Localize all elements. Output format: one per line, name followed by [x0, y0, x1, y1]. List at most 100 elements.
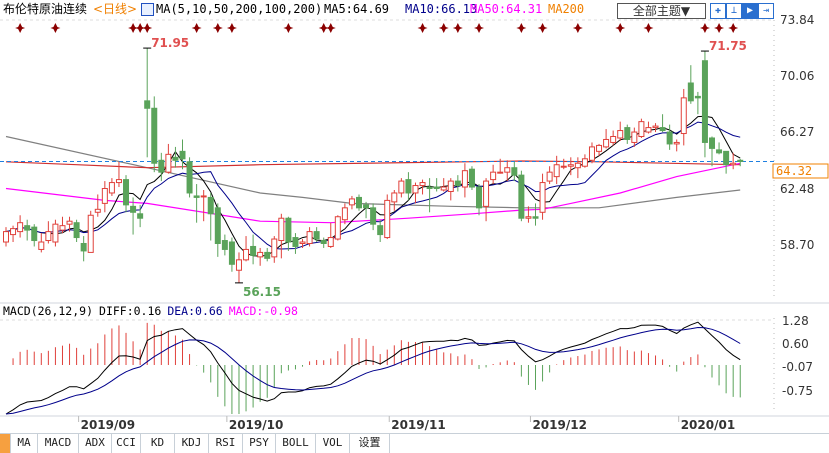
candle-body [313, 231, 320, 240]
tab-boll[interactable]: BOLL [276, 434, 316, 453]
candle-body [638, 121, 645, 138]
candle-up [588, 142, 595, 164]
candle-up [553, 155, 560, 185]
macd-value: MACD:-0.98 [229, 304, 298, 318]
candle-body [250, 245, 257, 256]
candle-down [433, 178, 440, 192]
candle-down [624, 124, 631, 144]
candle-up [94, 194, 101, 217]
candle-body [391, 192, 398, 203]
candle-body [617, 130, 624, 139]
candle-up [560, 158, 567, 170]
tab-vol[interactable]: VOL [316, 434, 350, 453]
tab-ma[interactable]: MA [11, 434, 38, 453]
event-marker-icon [728, 23, 739, 33]
candle-down [186, 157, 193, 198]
macd-tick-label: 0.60 [782, 337, 809, 351]
candle-body [243, 248, 250, 261]
candle-down [193, 184, 200, 223]
candle-down [144, 48, 151, 158]
candle-down [405, 172, 412, 201]
event-marker-icon [474, 23, 485, 33]
candle-body [80, 242, 87, 252]
event-marker-icon [537, 23, 548, 33]
candle-up [603, 129, 610, 149]
candle-down [356, 194, 362, 211]
candle-down [221, 234, 228, 256]
macd-tick-label: 1.28 [782, 314, 809, 328]
candle-body [687, 82, 694, 102]
time-tick-label: 2019/12 [532, 418, 586, 432]
candle-down [179, 139, 186, 170]
candle-body [659, 127, 666, 132]
tab-kdj[interactable]: KDJ [175, 434, 209, 453]
event-marker-icon [516, 23, 527, 33]
tab-rsi[interactable]: RSI [209, 434, 243, 453]
candle-up [447, 178, 454, 201]
event-marker-icon [615, 23, 626, 33]
macd-params: MACD(26,12,9) [3, 304, 93, 318]
ma100-line [5, 135, 741, 209]
candle-up [17, 215, 24, 238]
candle-down [264, 247, 271, 262]
candle-body [94, 208, 101, 213]
candle-body [468, 168, 475, 188]
tab-settings[interactable]: 设置 [350, 434, 390, 453]
candle-down [31, 224, 38, 247]
tab-kd[interactable]: KD [141, 434, 175, 453]
tab-adx[interactable]: ADX [79, 434, 112, 453]
price-tick-label: 62.48 [780, 182, 814, 196]
candle-body [24, 225, 31, 231]
candle-up [271, 236, 278, 263]
candle-down [80, 236, 87, 262]
event-marker-icon [325, 23, 336, 33]
candle-down [532, 203, 539, 226]
candle-up [440, 178, 447, 192]
tab-cci[interactable]: CCI [112, 434, 141, 453]
time-tick-label: 2019/10 [229, 418, 283, 432]
candle-up [341, 203, 348, 225]
candle-down [151, 96, 158, 173]
event-marker-icon [142, 23, 153, 33]
candle-up [165, 143, 172, 174]
candle-down [370, 203, 377, 231]
candle-body [370, 207, 377, 225]
candle-body [264, 251, 271, 259]
candle-down [701, 51, 708, 158]
candle-body [158, 159, 165, 173]
candle-body [186, 161, 193, 194]
dea-value: DEA:0.66 [167, 304, 222, 318]
candle-body [179, 150, 186, 160]
candle-up [327, 222, 334, 248]
event-marker-icon [191, 23, 202, 33]
candle-up [539, 173, 546, 220]
candle-down [172, 146, 179, 168]
candle-up [306, 227, 313, 247]
candle-body [426, 186, 433, 190]
candle-body [38, 241, 45, 250]
candle-body [108, 182, 115, 194]
candle-body [221, 240, 228, 250]
diff-value: DIFF:0.16 [99, 304, 161, 318]
candle-body [73, 222, 80, 239]
event-marker-icon [50, 23, 61, 33]
event-marker-icon [699, 23, 710, 33]
candle-up [645, 121, 652, 134]
candle-body [532, 216, 539, 219]
candle-down [73, 219, 80, 243]
candle-down [687, 65, 694, 104]
candle-body [172, 156, 179, 161]
candle-up [384, 194, 391, 240]
candle-up [391, 189, 398, 211]
tab-psy[interactable]: PSY [243, 434, 276, 453]
candle-body [588, 146, 595, 161]
candle-body [398, 180, 405, 194]
candle-up [638, 118, 645, 138]
candle-body [553, 164, 560, 178]
candle-up [243, 236, 250, 262]
time-tick-label: 2019/11 [391, 418, 445, 432]
price-chart[interactable]: 71.95 71.75 56.15 73.84 70.06 66.27 62.48 58.70… [0, 0, 829, 433]
tab-macd[interactable]: MACD [38, 434, 79, 453]
tab-active-edge[interactable] [0, 434, 11, 453]
candle-down [24, 219, 31, 241]
